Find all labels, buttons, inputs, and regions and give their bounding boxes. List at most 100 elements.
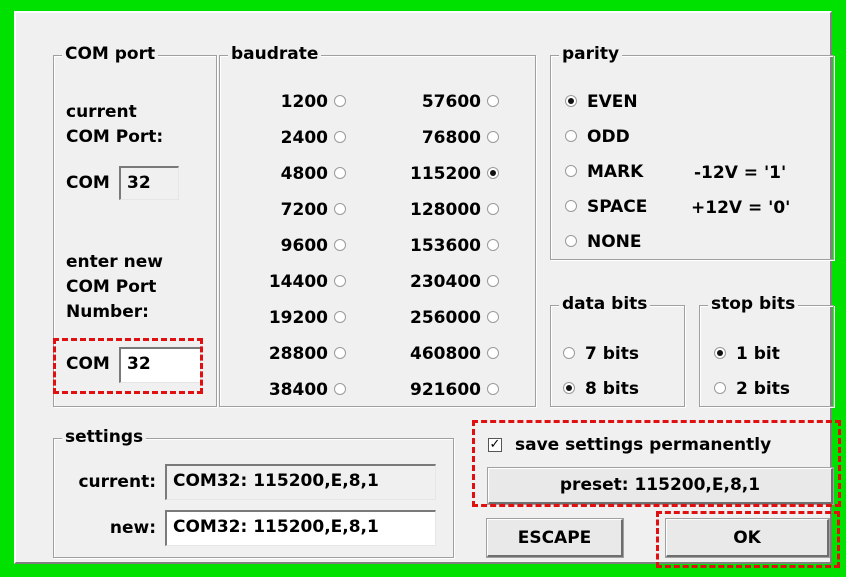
baud-57600-option[interactable]: 57600	[360, 91, 510, 115]
parity-mark-label: MARK	[587, 162, 644, 182]
enter-new-label-1: enter new	[66, 252, 163, 272]
parity-space-option[interactable]: SPACE	[565, 196, 685, 220]
baud-153600-radio[interactable]	[487, 239, 499, 251]
baud-1200-radio[interactable]	[334, 95, 346, 107]
parity-odd-radio[interactable]	[565, 130, 577, 142]
baud-128000-option[interactable]: 128000	[360, 199, 510, 223]
stop-bits-2-bits-option[interactable]: 2 bits	[714, 378, 824, 402]
enter-new-label-2: COM Port	[66, 277, 157, 297]
new-settings-label: new:	[109, 518, 156, 538]
baud-28800-radio[interactable]	[334, 347, 346, 359]
baud-128000-label: 128000	[410, 200, 481, 220]
baud-76800-label: 76800	[421, 128, 481, 148]
parity-none-radio[interactable]	[565, 235, 577, 247]
baud-14400-radio[interactable]	[334, 275, 346, 287]
baud-2400-radio[interactable]	[334, 131, 346, 143]
baud-128000-radio[interactable]	[487, 203, 499, 215]
data-bits-group: data bits 7 bits 8 bits	[550, 293, 685, 407]
baud-4800-option[interactable]: 4800	[240, 163, 360, 187]
parity-none-option[interactable]: NONE	[565, 231, 685, 255]
baud-76800-radio[interactable]	[487, 131, 499, 143]
baud-7200-option[interactable]: 7200	[240, 199, 360, 223]
settings-group: settings current: COM32: 115200,E,8,1 ne…	[53, 426, 454, 558]
parity-odd-label: ODD	[587, 127, 630, 147]
baud-28800-option[interactable]: 28800	[240, 343, 360, 367]
baud-460800-option[interactable]: 460800	[360, 343, 510, 367]
data-bits-7-bits-option[interactable]: 7 bits	[563, 343, 673, 367]
baud-9600-option[interactable]: 9600	[240, 235, 360, 259]
baud-256000-radio[interactable]	[487, 311, 499, 323]
baud-14400-option[interactable]: 14400	[240, 271, 360, 295]
space-voltage-note: +12V = '0'	[691, 198, 791, 218]
baud-2400-option[interactable]: 2400	[240, 127, 360, 151]
parity-even-radio[interactable]	[565, 95, 577, 107]
baud-2400-label: 2400	[280, 128, 328, 148]
parity-odd-option[interactable]: ODD	[565, 126, 685, 150]
stop-bits-legend: stop bits	[708, 293, 799, 315]
baud-921600-option[interactable]: 921600	[360, 379, 510, 403]
baud-76800-option[interactable]: 76800	[360, 127, 510, 151]
stop-bits-group: stop bits 1 bit 2 bits	[699, 293, 834, 407]
baud-230400-label: 230400	[410, 272, 481, 292]
baud-1200-option[interactable]: 1200	[240, 91, 360, 115]
baud-9600-radio[interactable]	[334, 239, 346, 251]
com-port-legend: COM port	[62, 43, 159, 65]
data-bits-legend: data bits	[559, 293, 651, 315]
parity-mark-option[interactable]: MARK	[565, 161, 685, 185]
baud-19200-radio[interactable]	[334, 311, 346, 323]
stop-bits-2-bits-radio[interactable]	[714, 382, 726, 394]
mark-voltage-note: -12V = '1'	[694, 163, 787, 183]
data-bits-8-bits-option[interactable]: 8 bits	[563, 378, 673, 402]
baud-115200-radio[interactable]	[487, 167, 499, 179]
enter-new-label-3: Number:	[66, 302, 149, 322]
data-bits-8-bits-radio[interactable]	[563, 382, 575, 394]
parity-none-label: NONE	[587, 232, 642, 252]
parity-even-option[interactable]: EVEN	[565, 91, 685, 115]
baud-230400-radio[interactable]	[487, 275, 499, 287]
current-com-label-1: current	[66, 102, 137, 122]
data-bits-7-bits-label: 7 bits	[585, 344, 639, 364]
baud-57600-radio[interactable]	[487, 95, 499, 107]
baud-921600-label: 921600	[410, 380, 481, 400]
parity-mark-radio[interactable]	[565, 165, 577, 177]
baud-7200-label: 7200	[280, 200, 328, 220]
baud-1200-label: 1200	[280, 92, 328, 112]
escape-button[interactable]: ESCAPE	[487, 519, 623, 557]
parity-group: parity EVEN ODD MARK SPACE NONE -12V = '1' +…	[550, 43, 834, 260]
parity-space-label: SPACE	[587, 197, 648, 217]
baud-9600-label: 9600	[280, 236, 328, 256]
baud-38400-radio[interactable]	[334, 383, 346, 395]
stop-bits-1-bit-option[interactable]: 1 bit	[714, 343, 824, 367]
baud-38400-label: 38400	[268, 380, 328, 400]
baud-4800-radio[interactable]	[334, 167, 346, 179]
current-com-prefix: COM	[66, 173, 110, 193]
parity-even-label: EVEN	[587, 92, 638, 112]
baud-256000-option[interactable]: 256000	[360, 307, 510, 331]
baud-230400-option[interactable]: 230400	[360, 271, 510, 295]
settings-legend: settings	[62, 426, 147, 448]
stop-bits-1-bit-radio[interactable]	[714, 347, 726, 359]
data-bits-7-bits-radio[interactable]	[563, 347, 575, 359]
baud-460800-radio[interactable]	[487, 347, 499, 359]
new-com-highlight	[53, 338, 203, 394]
baudrate-group: baudrate 1200 2400 4800 7200 9600 14400 19200 2…	[219, 43, 536, 407]
current-com-field: 32	[119, 166, 179, 200]
save-settings-highlight	[472, 420, 841, 507]
baud-4800-label: 4800	[280, 164, 328, 184]
baud-14400-label: 14400	[268, 272, 328, 292]
baud-19200-option[interactable]: 19200	[240, 307, 360, 331]
baud-19200-label: 19200	[268, 308, 328, 328]
baud-57600-label: 57600	[421, 92, 481, 112]
baud-921600-radio[interactable]	[487, 383, 499, 395]
stop-bits-2-bits-label: 2 bits	[736, 379, 790, 399]
baud-153600-label: 153600	[410, 236, 481, 256]
baud-153600-option[interactable]: 153600	[360, 235, 510, 259]
ok-button-highlight	[656, 511, 840, 568]
baud-115200-option[interactable]: 115200	[360, 163, 510, 187]
current-settings-label: current:	[78, 472, 156, 492]
parity-space-radio[interactable]	[565, 200, 577, 212]
baud-7200-radio[interactable]	[334, 203, 346, 215]
baudrate-legend: baudrate	[228, 43, 322, 65]
baud-38400-option[interactable]: 38400	[240, 379, 360, 403]
new-settings-field: COM32: 115200,E,8,1	[165, 510, 436, 546]
